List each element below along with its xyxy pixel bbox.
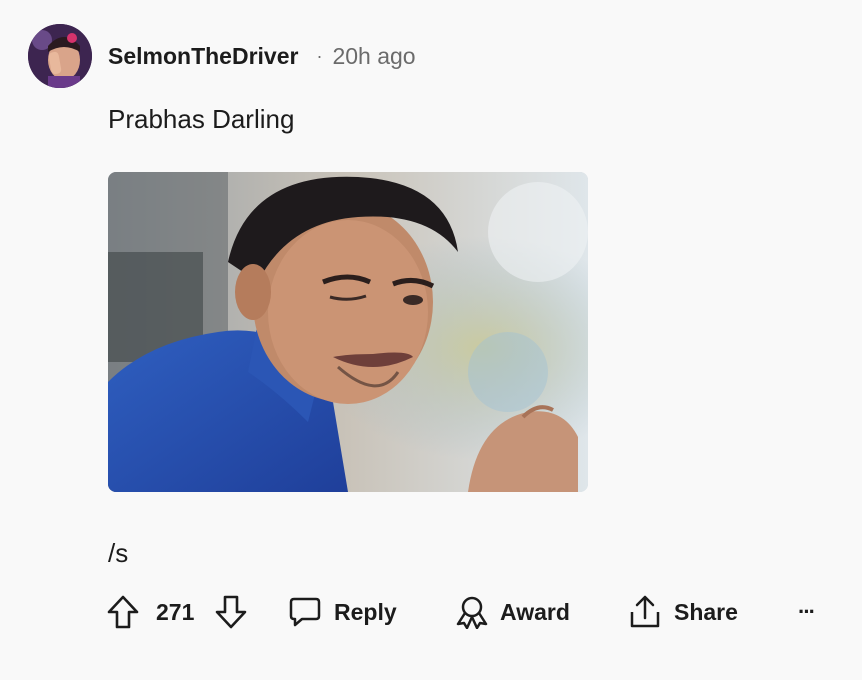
timestamp[interactable]: 20h ago: [332, 43, 415, 70]
share-button[interactable]: Share: [628, 592, 738, 632]
meta-separator: ·: [316, 45, 323, 66]
username-link[interactable]: SelmonTheDriver: [108, 43, 298, 70]
downvote-icon[interactable]: [214, 594, 248, 630]
comment-text: Prabhas Darling: [108, 104, 295, 134]
share-upload-icon: [628, 594, 662, 630]
share-label: Share: [674, 598, 738, 625]
award-ribbon-icon: [454, 595, 490, 629]
comment-header: SelmonTheDriver · 20h ago: [108, 40, 416, 72]
reply-button[interactable]: Reply: [288, 592, 397, 632]
comment-action-bar: 271 Reply Award Share ···: [106, 592, 836, 632]
comment: SelmonTheDriver · 20h ago Prabhas Darlin…: [0, 0, 862, 680]
more-options-button[interactable]: ···: [798, 592, 816, 632]
speech-bubble-icon: [288, 596, 322, 628]
upvote-button[interactable]: [106, 592, 140, 632]
award-label: Award: [500, 598, 570, 625]
reply-label: Reply: [334, 598, 397, 625]
user-avatar[interactable]: [28, 24, 92, 88]
downvote-button[interactable]: [214, 592, 248, 632]
comment-image[interactable]: [108, 172, 588, 492]
vote-score: 271: [156, 598, 195, 625]
comment-trailing-text: /s: [108, 538, 129, 568]
award-button[interactable]: Award: [454, 592, 570, 632]
upvote-icon[interactable]: [106, 594, 140, 630]
